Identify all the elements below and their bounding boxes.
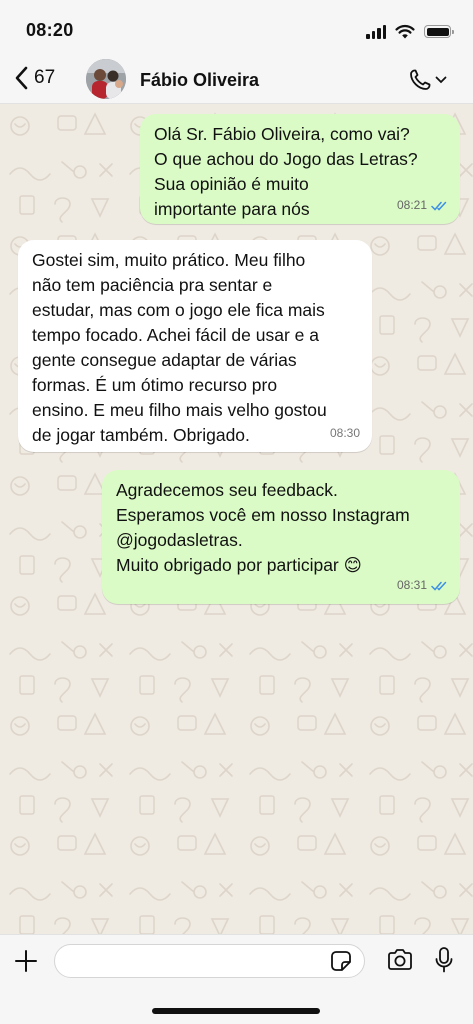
home-indicator	[152, 1008, 320, 1014]
message-meta: 08:21	[397, 193, 448, 218]
attach-button[interactable]	[14, 949, 38, 978]
chevron-down-icon	[435, 76, 447, 84]
camera-button[interactable]	[386, 948, 414, 977]
microphone-icon	[435, 947, 453, 973]
message-bubble-incoming[interactable]: Gostei sim, muito prático. Meu filho não…	[18, 240, 372, 452]
message-meta: 08:31	[397, 573, 448, 598]
call-button[interactable]	[408, 68, 447, 92]
read-receipt-icon	[431, 201, 447, 211]
contact-name[interactable]: Fábio Oliveira	[140, 70, 259, 91]
chevron-left-icon	[15, 66, 28, 90]
chat-header: 67 Fábio Oliveira	[0, 56, 473, 104]
input-bar	[0, 934, 473, 1024]
message-time: 08:21	[396, 198, 427, 212]
sticker-button[interactable]	[330, 950, 352, 977]
chat-area[interactable]: Olá Sr. Fábio Oliveira, como vai? O que …	[0, 104, 473, 934]
message-input[interactable]	[54, 944, 365, 978]
read-receipt-icon	[431, 581, 447, 591]
status-bar: 08:20	[0, 0, 473, 56]
wifi-icon	[395, 24, 415, 39]
message-text: Gostei sim, muito prático. Meu filho não…	[32, 250, 327, 445]
mic-button[interactable]	[434, 946, 454, 979]
message-time: 08:30	[329, 426, 360, 440]
message-bubble-outgoing[interactable]: Olá Sr. Fábio Oliveira, como vai? O que …	[140, 114, 460, 224]
message-time: 08:31	[396, 578, 427, 592]
status-icons	[366, 24, 454, 39]
message-bubble-outgoing[interactable]: Agradecemos seu feedback. Esperamos você…	[102, 470, 460, 604]
message-meta: 08:30	[330, 421, 360, 446]
status-time: 08:20	[26, 20, 74, 40]
battery-icon	[424, 25, 454, 38]
camera-icon	[388, 949, 412, 970]
plus-icon	[15, 950, 37, 972]
unread-count: 67	[34, 67, 56, 88]
message-text: Agradecemos seu feedback. Esperamos você…	[116, 480, 410, 575]
avatar[interactable]	[86, 59, 126, 99]
sticker-icon	[331, 951, 351, 971]
phone-icon	[410, 69, 431, 90]
back-button[interactable]: 67	[14, 66, 55, 90]
cellular-signal-icon	[366, 24, 386, 39]
